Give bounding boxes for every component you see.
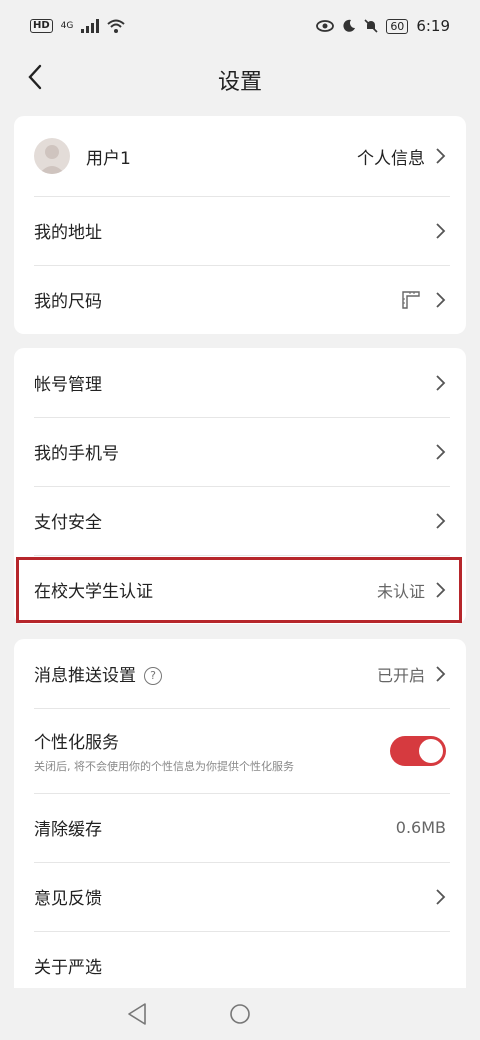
personalization-text: 个性化服务 关闭后, 将不会使用你的个性信息为你提供个性化服务	[34, 728, 390, 774]
feedback-label: 意见反馈	[34, 889, 102, 909]
personalization-toggle[interactable]	[390, 735, 446, 766]
toggle-knob	[419, 738, 443, 763]
card-general: 消息推送设置? 已开启 个性化服务 关闭后, 将不会使用你的个性信息为你提供个性…	[14, 639, 466, 1000]
status-right: 60 6:19	[316, 17, 450, 35]
cache-label: 清除缓存	[34, 820, 102, 840]
size-row[interactable]: 我的尺码	[14, 265, 466, 334]
cache-size: 0.6MB	[395, 818, 446, 837]
system-nav-bar	[0, 988, 480, 1040]
hd-badge: HD	[30, 19, 53, 33]
push-row[interactable]: 消息推送设置? 已开启	[14, 639, 466, 708]
wifi-icon	[107, 19, 126, 33]
chevron-right-icon	[436, 888, 446, 905]
bell-off-icon	[364, 19, 378, 33]
chevron-right-icon	[436, 512, 446, 529]
size-label: 我的尺码	[34, 292, 102, 312]
page-title: 设置	[217, 70, 262, 95]
moon-icon	[343, 19, 356, 32]
nav-home-icon[interactable]	[229, 1002, 251, 1026]
eye-icon	[316, 20, 335, 32]
chevron-right-icon	[436, 148, 446, 164]
card-account: 帐号管理 我的手机号 支付安全 在校大学生认证 未认证	[14, 348, 466, 624]
account-label: 帐号管理	[34, 375, 102, 395]
payment-row[interactable]: 支付安全	[14, 486, 466, 555]
nav-back-icon[interactable]	[126, 1002, 148, 1026]
help-icon[interactable]: ?	[144, 667, 162, 685]
personalization-desc: 关闭后, 将不会使用你的个性信息为你提供个性化服务	[34, 759, 294, 773]
personalization-label: 个性化服务	[34, 732, 119, 753]
avatar	[34, 138, 70, 174]
feedback-row[interactable]: 意见反馈	[14, 862, 466, 931]
address-row[interactable]: 我的地址	[14, 196, 466, 265]
chevron-right-icon	[436, 374, 446, 391]
status-left: HD 4G	[30, 19, 126, 33]
push-label-wrap: 消息推送设置?	[34, 661, 377, 686]
clock: 6:19	[416, 17, 450, 35]
chevron-right-icon	[436, 222, 446, 239]
battery-level: 60	[386, 18, 409, 34]
signal-icon	[81, 19, 100, 33]
nav-bar: 设置	[0, 52, 480, 104]
chevron-right-icon	[436, 665, 446, 682]
about-label: 关于严选	[34, 958, 102, 978]
student-verify-status: 未认证	[376, 581, 425, 601]
payment-label: 支付安全	[34, 513, 102, 533]
personalization-row: 个性化服务 关闭后, 将不会使用你的个性信息为你提供个性化服务	[14, 708, 466, 793]
phone-label: 我的手机号	[34, 444, 119, 464]
username: 用户1	[86, 148, 131, 169]
chevron-right-icon	[436, 581, 446, 598]
phone-row[interactable]: 我的手机号	[14, 417, 466, 486]
push-status: 已开启	[376, 665, 425, 685]
personal-info-link: 个人信息	[357, 148, 425, 169]
ruler-icon	[402, 290, 420, 309]
cache-row[interactable]: 清除缓存 0.6MB	[14, 793, 466, 862]
student-verify-row[interactable]: 在校大学生认证 未认证	[14, 555, 466, 624]
push-label: 消息推送设置	[34, 666, 136, 686]
back-arrow-icon[interactable]	[22, 62, 52, 92]
user-avatar-icon	[39, 145, 65, 174]
profile-row[interactable]: 用户1 个人信息	[14, 116, 466, 196]
chevron-right-icon	[436, 291, 446, 308]
network-type: 4G	[60, 21, 74, 31]
chevron-right-icon	[436, 443, 446, 460]
address-label: 我的地址	[34, 223, 102, 243]
student-verify-label: 在校大学生认证	[34, 582, 153, 602]
status-bar: HD 4G 60 6:19	[0, 0, 480, 52]
account-row[interactable]: 帐号管理	[14, 348, 466, 417]
card-profile: 用户1 个人信息 我的地址 我的尺码	[14, 116, 466, 334]
